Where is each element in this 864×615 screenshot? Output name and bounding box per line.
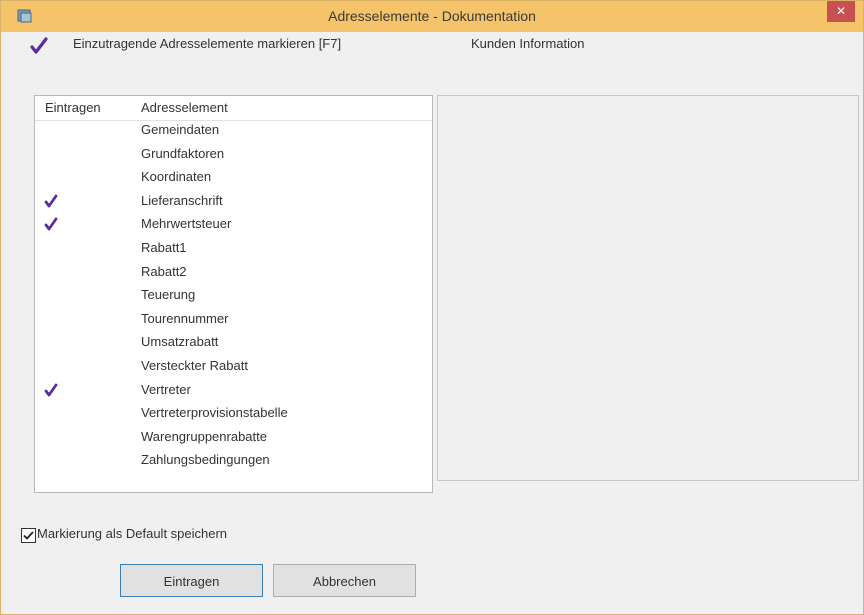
- list-item-label: Koordinaten: [141, 169, 212, 185]
- list-item-label: Rabatt1: [141, 240, 187, 255]
- window-title: Adresselemente - Dokumentation: [328, 8, 536, 24]
- list-item[interactable]: Teuerung: [35, 285, 432, 308]
- customer-info-panel: [437, 95, 859, 481]
- list-item-label: Vertreterprovisionstabelle: [141, 405, 288, 421]
- list-item[interactable]: Rabatt1: [35, 238, 432, 261]
- list-item-label: Rabatt2: [141, 263, 187, 279]
- list-item[interactable]: Gemeindaten: [35, 120, 432, 143]
- list-item-label: Lieferanschrift: [141, 192, 223, 208]
- list-item[interactable]: Mehrwertsteuer: [35, 214, 432, 237]
- list-item-label: Umsatzrabatt: [141, 334, 219, 350]
- close-button[interactable]: ✕: [827, 1, 855, 22]
- list-item-label: Teuerung: [141, 287, 196, 303]
- column-header-eintragen[interactable]: Eintragen: [45, 100, 101, 115]
- customer-info-label: Kunden Information: [471, 36, 585, 51]
- dialog-window: Adresselemente - Dokumentation ✕ Einzutr…: [0, 0, 864, 615]
- list-item[interactable]: Lieferanschrift: [35, 191, 432, 214]
- abbrechen-button[interactable]: Abbrechen: [273, 564, 416, 597]
- list-item[interactable]: Zahlungsbedingungen: [35, 450, 432, 473]
- list-item[interactable]: Grundfaktoren: [35, 144, 432, 167]
- list-item[interactable]: Umsatzrabatt: [35, 332, 432, 355]
- list-item[interactable]: Versteckter Rabatt: [35, 356, 432, 379]
- list-item-label: Grundfaktoren: [141, 145, 225, 161]
- list-item-label: Tourennummer: [141, 310, 229, 326]
- checkmark-icon[interactable]: [43, 382, 59, 398]
- list-item-label: Warengruppenrabatte: [141, 428, 267, 444]
- list-item[interactable]: Warengruppenrabatte: [35, 427, 432, 450]
- checkmark-icon[interactable]: [43, 193, 59, 209]
- list-item-label: Gemeindaten: [141, 122, 220, 137]
- mark-elements-label: Einzutragende Adresselemente markieren […: [73, 36, 342, 51]
- checkmark-icon[interactable]: [43, 216, 59, 232]
- list-item-label: Zahlungsbedingungen: [141, 452, 270, 468]
- list-item[interactable]: Koordinaten: [35, 167, 432, 190]
- list-item-label: Vertreter: [141, 381, 191, 397]
- title-bar[interactable]: Adresselemente - Dokumentation ✕: [1, 1, 863, 32]
- close-icon: ✕: [835, 4, 847, 18]
- list-item[interactable]: Vertreter: [35, 380, 432, 403]
- list-item-label: Versteckter Rabatt: [141, 358, 248, 373]
- list-item[interactable]: Tourennummer: [35, 309, 432, 332]
- checkmark-icon[interactable]: [29, 36, 49, 56]
- checkbox-check-icon: [23, 531, 34, 540]
- list-header: Eintragen Adresselement: [35, 96, 432, 121]
- save-default-checkbox[interactable]: [21, 528, 36, 543]
- save-default-label[interactable]: Markierung als Default speichern: [37, 526, 227, 541]
- list-item[interactable]: Vertreterprovisionstabelle: [35, 403, 432, 426]
- address-element-list[interactable]: Eintragen Adresselement Gemeindaten Grund…: [34, 95, 433, 493]
- column-header-adresselement[interactable]: Adresselement: [141, 100, 228, 115]
- eintragen-button[interactable]: Eintragen: [120, 564, 263, 597]
- list-item[interactable]: Rabatt2: [35, 262, 432, 285]
- list-item-label: Mehrwertsteuer: [141, 216, 232, 232]
